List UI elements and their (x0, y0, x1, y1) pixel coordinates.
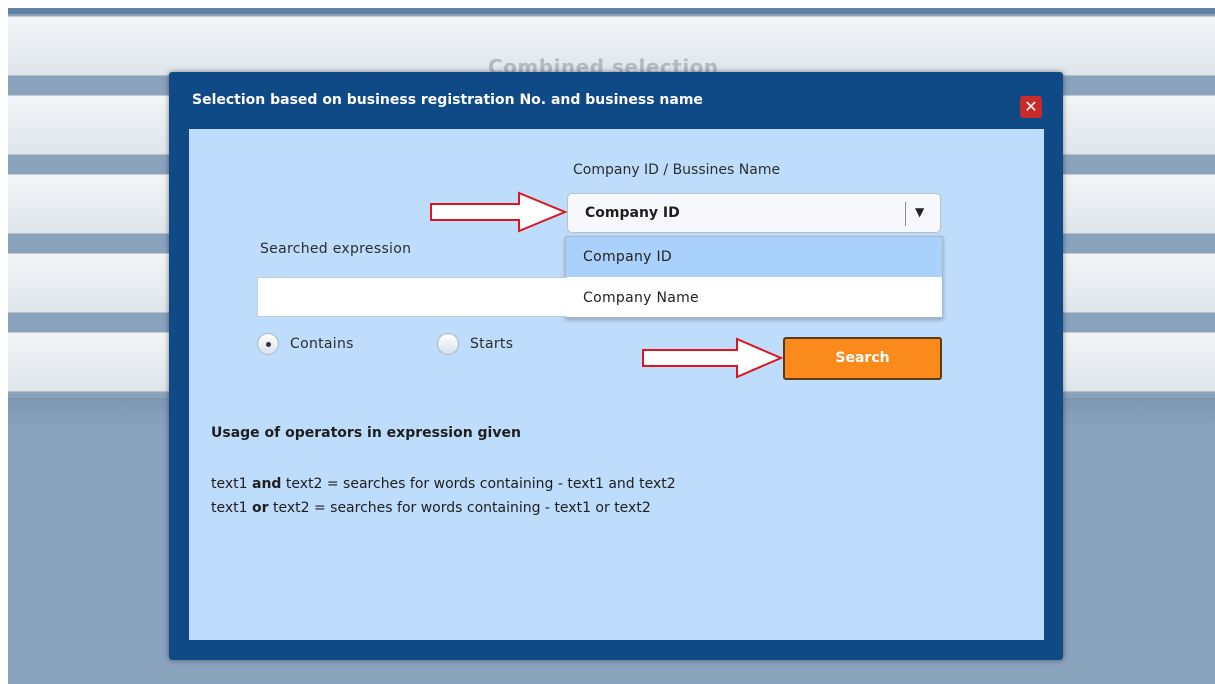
dialog-body: Company ID / Bussines Name Company ID ▼ … (189, 129, 1044, 640)
close-button[interactable]: ✕ (1020, 96, 1042, 118)
radio-starts[interactable]: Starts (437, 332, 513, 356)
id-name-label: Company ID / Bussines Name (573, 162, 781, 178)
id-name-select[interactable]: Company ID ▼ (567, 193, 941, 233)
radio-contains[interactable]: Contains (257, 332, 354, 356)
radio-starts-label: Starts (470, 336, 514, 352)
background-top-bar (8, 8, 1215, 14)
search-button[interactable]: Search (783, 337, 942, 380)
annotation-arrow-icon (642, 337, 784, 379)
dialog-title: Selection based on business registration… (192, 92, 703, 108)
option-company-id[interactable]: Company ID (566, 237, 942, 277)
chevron-down-icon[interactable]: ▼ (915, 205, 924, 219)
annotation-arrow-icon (430, 191, 568, 233)
close-icon: ✕ (1024, 97, 1038, 116)
radio-contains-label: Contains (290, 336, 354, 352)
selection-dialog: Selection based on business registration… (169, 72, 1063, 660)
select-divider (905, 202, 906, 226)
expression-input[interactable] (257, 277, 567, 317)
select-value: Company ID (585, 205, 680, 221)
radio-checked-icon[interactable] (257, 333, 279, 355)
option-company-name[interactable]: Company Name (566, 278, 942, 318)
radio-unchecked-icon[interactable] (437, 333, 459, 355)
usage-line-and: text1 and text2 = searches for words con… (211, 476, 676, 492)
select-dropdown: Company ID Company Name (565, 236, 943, 318)
usage-title: Usage of operators in expression given (211, 425, 521, 441)
usage-line-or: text1 or text2 = searches for words cont… (211, 500, 651, 516)
expression-label: Searched expression (260, 241, 412, 257)
